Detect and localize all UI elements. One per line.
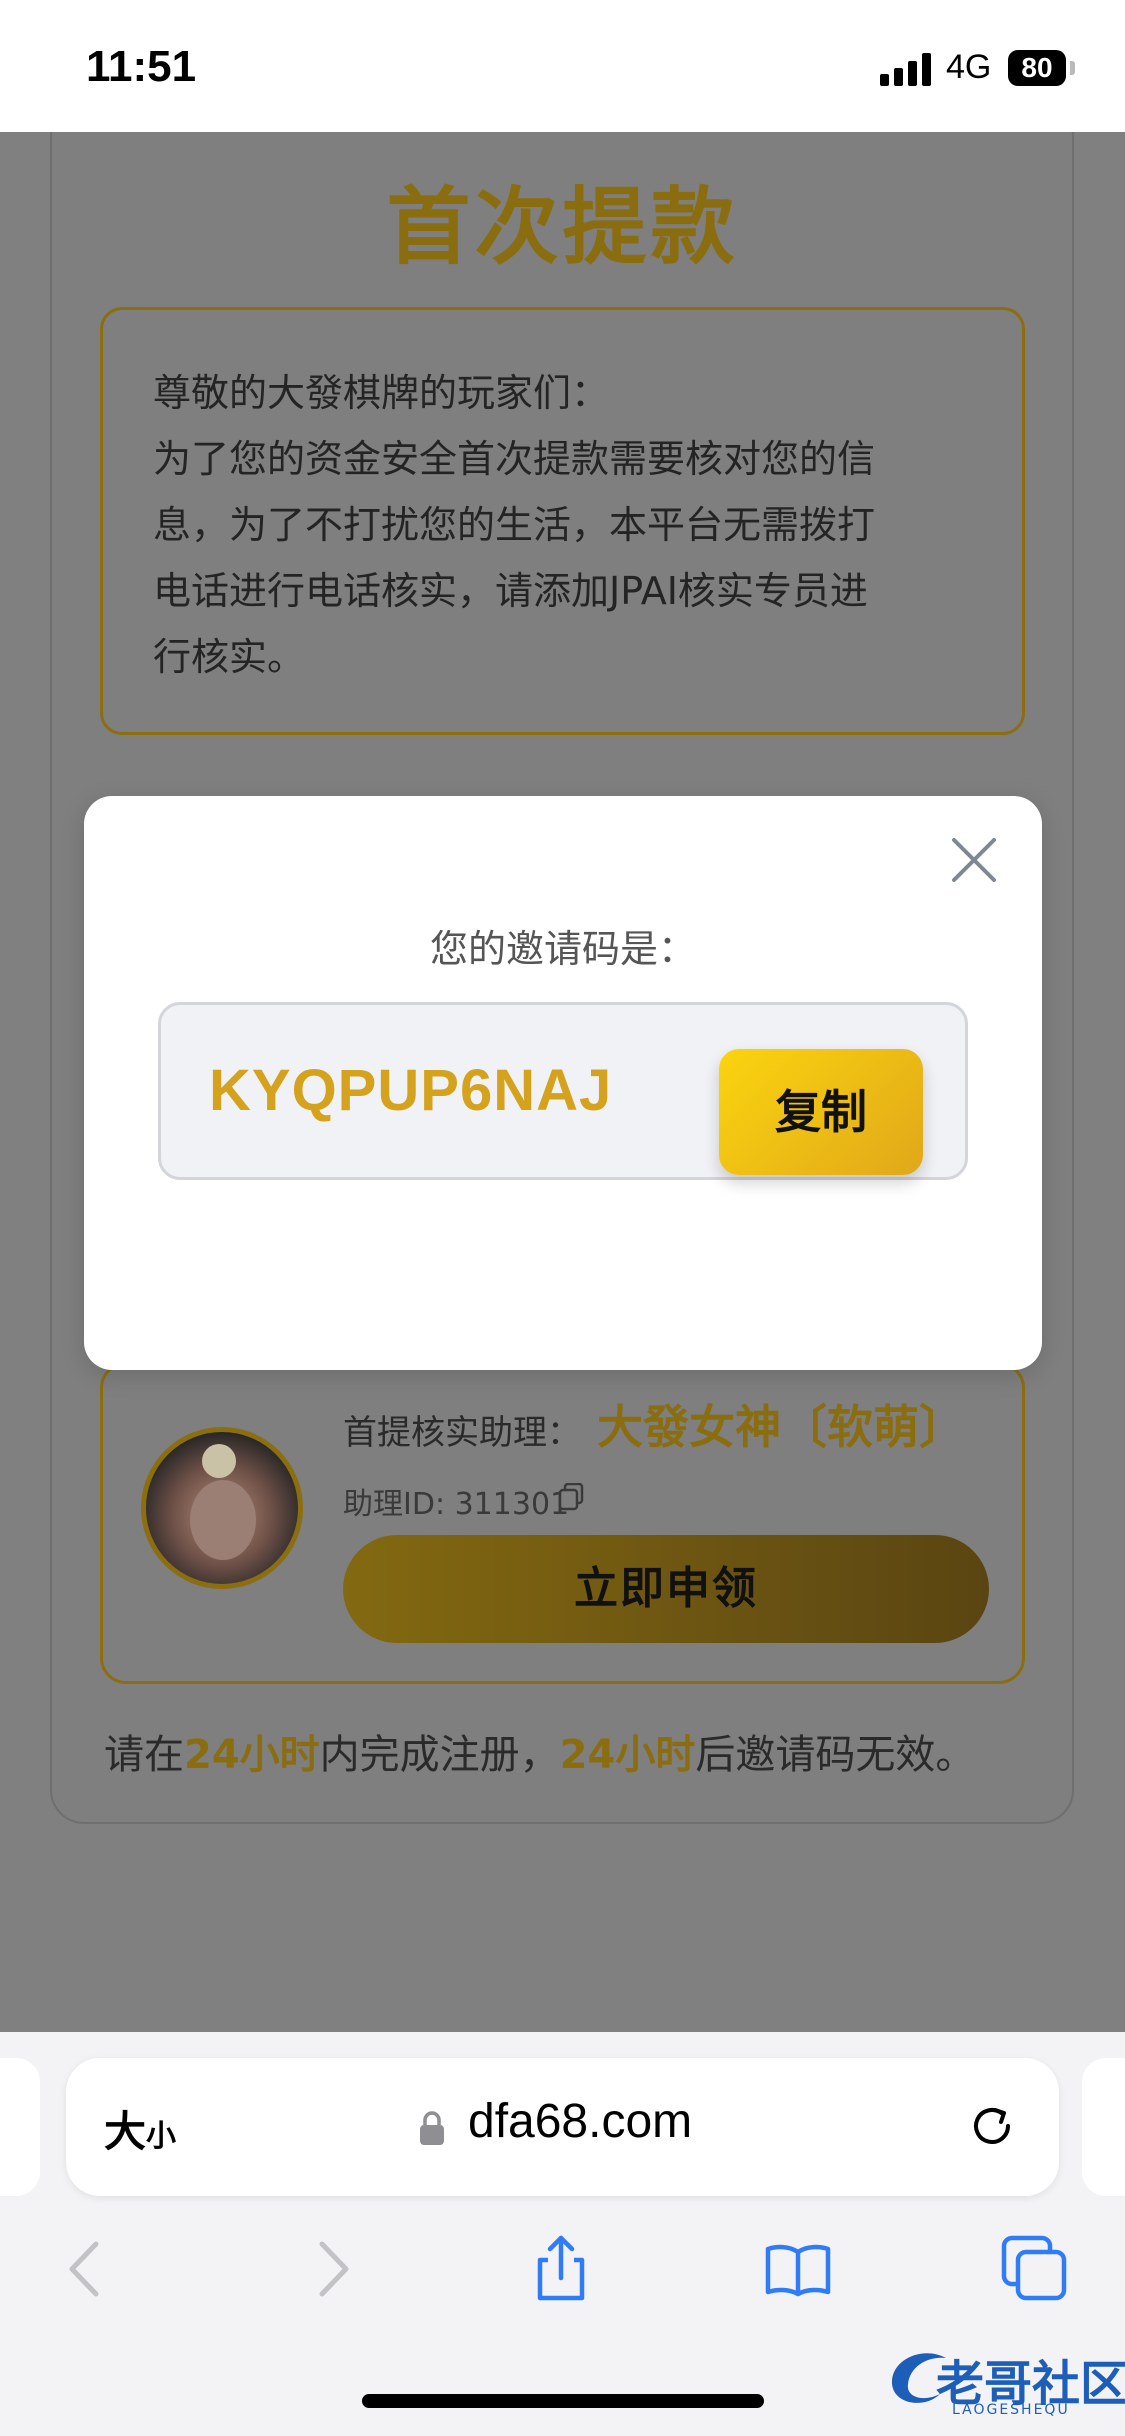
text-size-small: 小 xyxy=(146,2119,177,2154)
invite-code-modal: 您的邀请码是： KYQPUP6NAJ 复制 xyxy=(84,796,1042,1370)
watermark-logo: 老哥社区 LAOGESHEQU xyxy=(884,2334,1125,2424)
invite-code: KYQPUP6NAJ xyxy=(209,1058,613,1123)
notice-box: 尊敬的大發棋牌的玩家们： 为了您的资金安全首次提款需要核对您的信 息，为了不打扰… xyxy=(100,307,1025,735)
copy-button[interactable]: 复制 xyxy=(719,1049,923,1175)
address-bar[interactable]: 大小 dfa68.com xyxy=(66,2058,1059,2196)
avatar-face xyxy=(190,1480,256,1560)
notice-line: 息，为了不打扰您的生活，本平台无需拨打 xyxy=(153,503,876,547)
bookmarks-icon[interactable] xyxy=(763,2234,833,2304)
share-icon[interactable] xyxy=(526,2234,596,2304)
url-text: dfa68.com xyxy=(468,2095,693,2148)
expiry-note-text: 请在 xyxy=(104,1732,184,1778)
invite-code-box: KYQPUP6NAJ 复制 xyxy=(158,1002,968,1180)
expiry-highlight: 24小时 xyxy=(184,1732,320,1778)
tabs-icon[interactable] xyxy=(1000,2234,1070,2304)
expiry-note-text: 后邀请码无效。 xyxy=(695,1732,976,1778)
next-tab-preview[interactable] xyxy=(1082,2058,1125,2196)
expiry-note-text: 内完成注册， xyxy=(319,1732,560,1778)
expiry-highlight: 24小时 xyxy=(559,1732,696,1778)
assistant-id: 助理ID: 311301 xyxy=(343,1487,570,1522)
text-size-button[interactable]: 大小 xyxy=(104,2098,176,2159)
flower-decoration xyxy=(202,1444,236,1478)
assistant-avatar xyxy=(141,1427,303,1589)
signal-icon xyxy=(880,52,936,86)
back-icon[interactable] xyxy=(52,2234,122,2304)
notice-line: 电话进行电话核实，请添加JPAI核实专员进 xyxy=(153,569,868,613)
notice-line: 尊敬的大發棋牌的玩家们： xyxy=(153,371,610,415)
copy-icon[interactable] xyxy=(558,1483,584,1511)
notice-line: 行核实。 xyxy=(153,635,306,679)
lock-icon xyxy=(420,2111,444,2145)
forward-icon[interactable] xyxy=(296,2234,366,2304)
reload-icon[interactable] xyxy=(964,2098,1020,2154)
network-type: 4G xyxy=(946,48,992,86)
assistant-name: 大發女神〔软萌〕 xyxy=(597,1400,965,1454)
expiry-note: 请在24小时内完成注册，24小时后邀请码无效。 xyxy=(104,1722,975,1780)
previous-tab-preview[interactable] xyxy=(0,2058,40,2196)
watermark-subtext: LAOGESHEQU xyxy=(952,2402,1070,2418)
battery-icon: 80 xyxy=(1008,50,1066,86)
browser-toolbar: 大小 dfa68.com 老哥社区 LAOGESHEQU xyxy=(0,2032,1125,2436)
page-title: 首次提款 xyxy=(386,178,739,276)
status-time: 11:51 xyxy=(86,42,197,91)
home-indicator[interactable] xyxy=(362,2394,764,2408)
assistant-label: 首提核实助理： xyxy=(343,1413,581,1453)
text-size-large: 大 xyxy=(104,2107,147,2156)
apply-now-button[interactable]: 立即申领 xyxy=(343,1535,989,1643)
notice-line: 为了您的资金安全首次提款需要核对您的信 xyxy=(153,437,876,481)
close-icon[interactable] xyxy=(946,832,1002,888)
battery-cap xyxy=(1070,61,1075,75)
assistant-box: 首提核实助理： 大發女神〔软萌〕 助理ID: 311301 立即申领 xyxy=(100,1362,1025,1684)
status-bar: 11:51 4G 80 xyxy=(0,0,1125,132)
modal-title: 您的邀请码是： xyxy=(429,927,696,971)
